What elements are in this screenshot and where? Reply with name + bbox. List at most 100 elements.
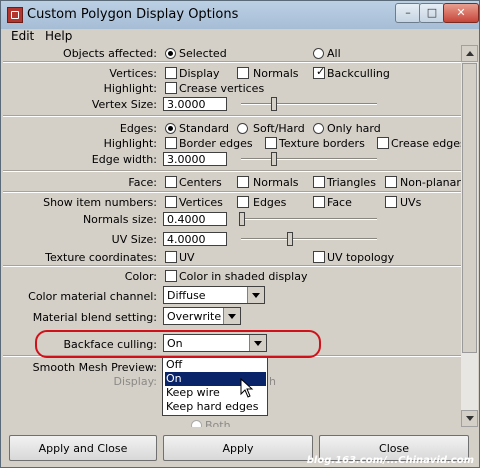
mouse-pointer-icon (240, 378, 254, 398)
item-numbers-vertices-label: Vertices (179, 196, 223, 209)
vertices-backculling-label: Backculling (327, 67, 390, 80)
item-numbers-face-label: Face (327, 196, 352, 209)
vertices-display-checkbox[interactable] (165, 67, 177, 79)
item-numbers-uvs-checkbox[interactable] (385, 196, 397, 208)
texture-borders-label: Texture borders (279, 137, 365, 150)
color-material-channel-value: Diffuse (167, 289, 206, 302)
face-normals-checkbox[interactable] (237, 176, 249, 188)
minimize-button[interactable]: – (395, 3, 421, 23)
face-centers-label: Centers (179, 176, 222, 189)
smooth-mesh-display-label: Display: (113, 375, 157, 388)
vertices-normals-label: Normals (253, 67, 299, 80)
edges-label: Edges: (119, 122, 157, 135)
apply-button[interactable]: Apply (163, 435, 313, 461)
edges-soft-hard-label: Soft/Hard (253, 122, 305, 135)
edges-only-hard-label: Only hard (327, 122, 381, 135)
vertices-highlight-label: Highlight: (103, 82, 157, 95)
maya-app-icon (7, 7, 23, 23)
objects-affected-selected-label: Selected (179, 47, 227, 60)
annotation-highlight-ring (35, 330, 321, 358)
vertices-display-label: Display (179, 67, 220, 80)
face-triangles-checkbox[interactable] (313, 176, 325, 188)
crease-vertices-checkbox[interactable] (165, 82, 177, 94)
separator (3, 115, 461, 117)
window-title: Custom Polygon Display Options (27, 7, 239, 22)
smooth-mesh-both-radio[interactable] (191, 420, 202, 427)
objects-affected-selected-radio[interactable] (165, 48, 176, 59)
close-window-button[interactable]: ✕ (443, 3, 479, 23)
smooth-mesh-preview-label: Smooth Mesh Preview: (32, 361, 157, 374)
color-in-shaded-display-label: Color in shaded display (179, 270, 308, 283)
normals-size-input[interactable]: 0.4000 (163, 212, 227, 226)
edge-width-input[interactable]: 3.0000 (163, 152, 227, 166)
edges-soft-hard-radio[interactable] (237, 123, 248, 134)
apply-and-close-button[interactable]: Apply and Close (9, 435, 157, 461)
watermark: blog.163.com/...Chinavid.com (306, 455, 474, 466)
color-material-channel-select[interactable]: Diffuse (163, 286, 265, 304)
edge-width-slider[interactable] (241, 158, 377, 160)
checkmark-icon: ✓ (316, 65, 326, 78)
item-numbers-vertices-checkbox[interactable] (165, 196, 177, 208)
maximize-button[interactable]: □ (419, 3, 445, 23)
face-triangles-label: Triangles (327, 176, 376, 189)
vertices-backculling-checkbox[interactable]: ✓ (313, 65, 326, 79)
chevron-down-icon (247, 287, 264, 303)
edges-highlight-label: Highlight: (103, 137, 157, 150)
border-edges-checkbox[interactable] (165, 137, 177, 149)
vertex-size-input[interactable]: 3.0000 (163, 97, 227, 111)
edges-standard-label: Standard (179, 122, 230, 135)
normals-size-slider-thumb[interactable] (239, 212, 245, 226)
menu-help[interactable]: Help (45, 29, 72, 43)
item-numbers-face-checkbox[interactable] (313, 196, 325, 208)
objects-affected-all-radio[interactable] (313, 48, 324, 59)
vertex-size-slider-thumb[interactable] (271, 97, 277, 111)
scroll-up-arrow-icon[interactable] (461, 45, 478, 62)
objects-affected-all-label: All (327, 47, 341, 60)
normals-size-label: Normals size: (82, 213, 157, 226)
face-normals-label: Normals (253, 176, 299, 189)
uv-topology-checkbox[interactable] (313, 251, 325, 263)
edge-width-label: Edge width: (91, 153, 157, 166)
chevron-down-icon (223, 308, 240, 324)
crease-vertices-label: Crease vertices (179, 82, 265, 95)
crease-edges-checkbox[interactable] (377, 137, 389, 149)
separator (3, 265, 461, 267)
separator (3, 191, 461, 193)
texture-coordinates-uv-label: UV (179, 251, 195, 264)
edges-only-hard-radio[interactable] (313, 123, 324, 134)
vertical-scrollbar[interactable] (461, 45, 478, 427)
face-non-planar-checkbox[interactable] (385, 176, 397, 188)
menu-edit[interactable]: Edit (11, 29, 34, 43)
texture-coordinates-label: Texture coordinates: (45, 251, 157, 264)
uv-size-input[interactable]: 4.0000 (163, 232, 227, 246)
vertices-normals-checkbox[interactable] (237, 67, 249, 79)
texture-coordinates-uv-checkbox[interactable] (165, 251, 177, 263)
dropdown-option-off[interactable]: Off (165, 358, 266, 372)
separator (3, 170, 461, 172)
normals-size-slider[interactable] (239, 218, 377, 220)
color-in-shaded-display-checkbox[interactable] (165, 270, 177, 282)
material-blend-setting-select[interactable]: Overwrite (163, 307, 241, 325)
vertex-size-slider[interactable] (241, 103, 377, 105)
vertices-label: Vertices: (109, 67, 157, 80)
uv-topology-label: UV topology (327, 251, 395, 264)
item-numbers-edges-checkbox[interactable] (237, 196, 249, 208)
dropdown-option-keep-hard-edges[interactable]: Keep hard edges (165, 400, 266, 414)
material-blend-setting-value: Overwrite (167, 310, 222, 323)
objects-affected-label: Objects affected: (63, 47, 157, 60)
vertex-size-label: Vertex Size: (91, 98, 157, 111)
face-centers-checkbox[interactable] (165, 176, 177, 188)
face-non-planar-label: Non-planar (400, 176, 461, 189)
edge-width-slider-thumb[interactable] (271, 152, 277, 166)
show-item-numbers-label: Show item numbers: (43, 196, 157, 209)
scroll-down-arrow-icon[interactable] (461, 410, 478, 427)
uv-size-slider[interactable] (241, 238, 377, 240)
smooth-mesh-both-label: Both (205, 419, 231, 427)
crease-edges-label: Crease edges (391, 137, 461, 150)
scrollbar-thumb[interactable] (462, 63, 477, 353)
uv-size-slider-thumb[interactable] (287, 232, 293, 246)
uv-size-label: UV Size: (111, 233, 157, 246)
edges-standard-radio[interactable] (165, 123, 176, 134)
texture-borders-checkbox[interactable] (265, 137, 277, 149)
title-bar[interactable]: Custom Polygon Display Options – □ ✕ (1, 1, 479, 29)
